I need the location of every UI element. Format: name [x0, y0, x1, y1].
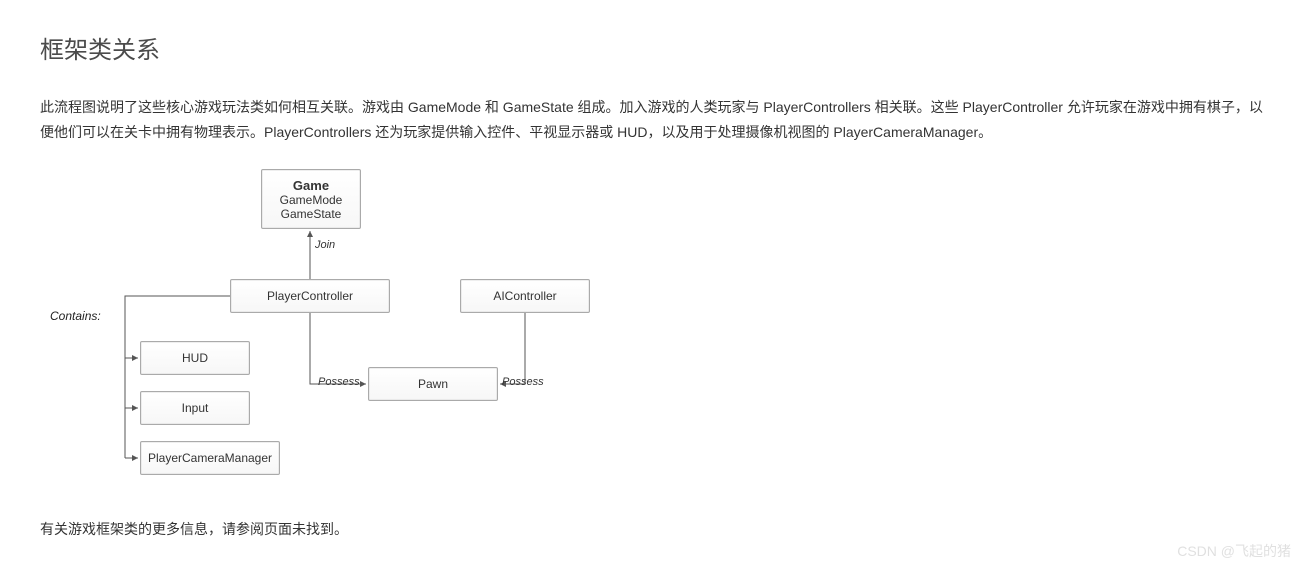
label-join: Join [315, 239, 335, 251]
node-hud: HUD [140, 341, 250, 375]
node-ai-controller: AIController [460, 279, 590, 313]
label-contains: Contains: [50, 309, 101, 323]
node-game-mode: GameMode [280, 193, 343, 207]
node-game: Game GameMode GameState [261, 169, 361, 229]
label-possess-right: Possess [502, 376, 544, 388]
intro-paragraph: 此流程图说明了这些核心游戏玩法类如何相互关联。游戏由 GameMode 和 Ga… [40, 95, 1269, 145]
section-heading: 框架类关系 [40, 30, 1269, 65]
node-player-camera-manager: PlayerCameraManager [140, 441, 280, 475]
node-game-title: Game [293, 178, 329, 193]
watermark: CSDN @飞起的猪 [1177, 541, 1291, 561]
node-input: Input [140, 391, 250, 425]
node-game-state: GameState [281, 207, 342, 221]
footer-paragraph: 有关游戏框架类的更多信息，请参阅页面未找到。 [40, 519, 1269, 539]
node-pawn: Pawn [368, 367, 498, 401]
framework-diagram: Game GameMode GameState PlayerController… [50, 169, 670, 489]
label-possess-left: Possess [318, 376, 360, 388]
node-player-controller: PlayerController [230, 279, 390, 313]
